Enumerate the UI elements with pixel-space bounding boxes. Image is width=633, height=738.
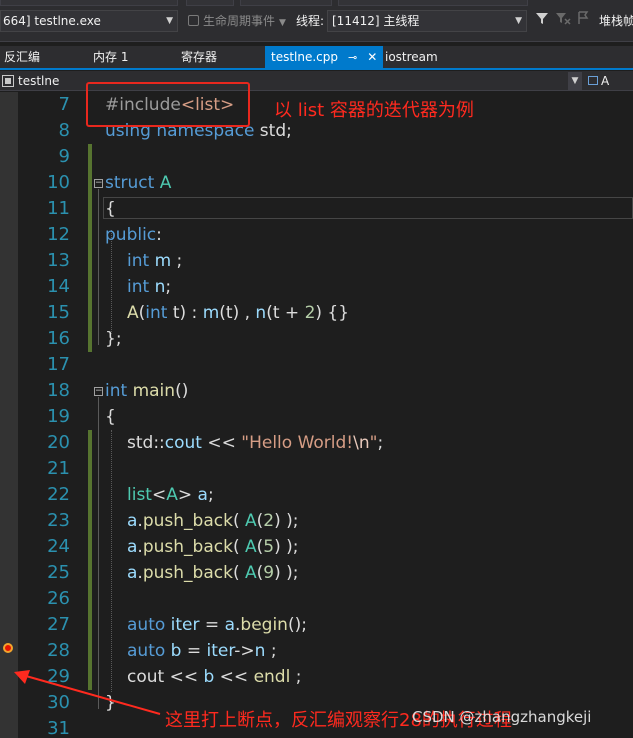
watermark: CSDN @zhangzhangkeji <box>412 708 592 726</box>
annotation-arrow <box>14 670 161 715</box>
